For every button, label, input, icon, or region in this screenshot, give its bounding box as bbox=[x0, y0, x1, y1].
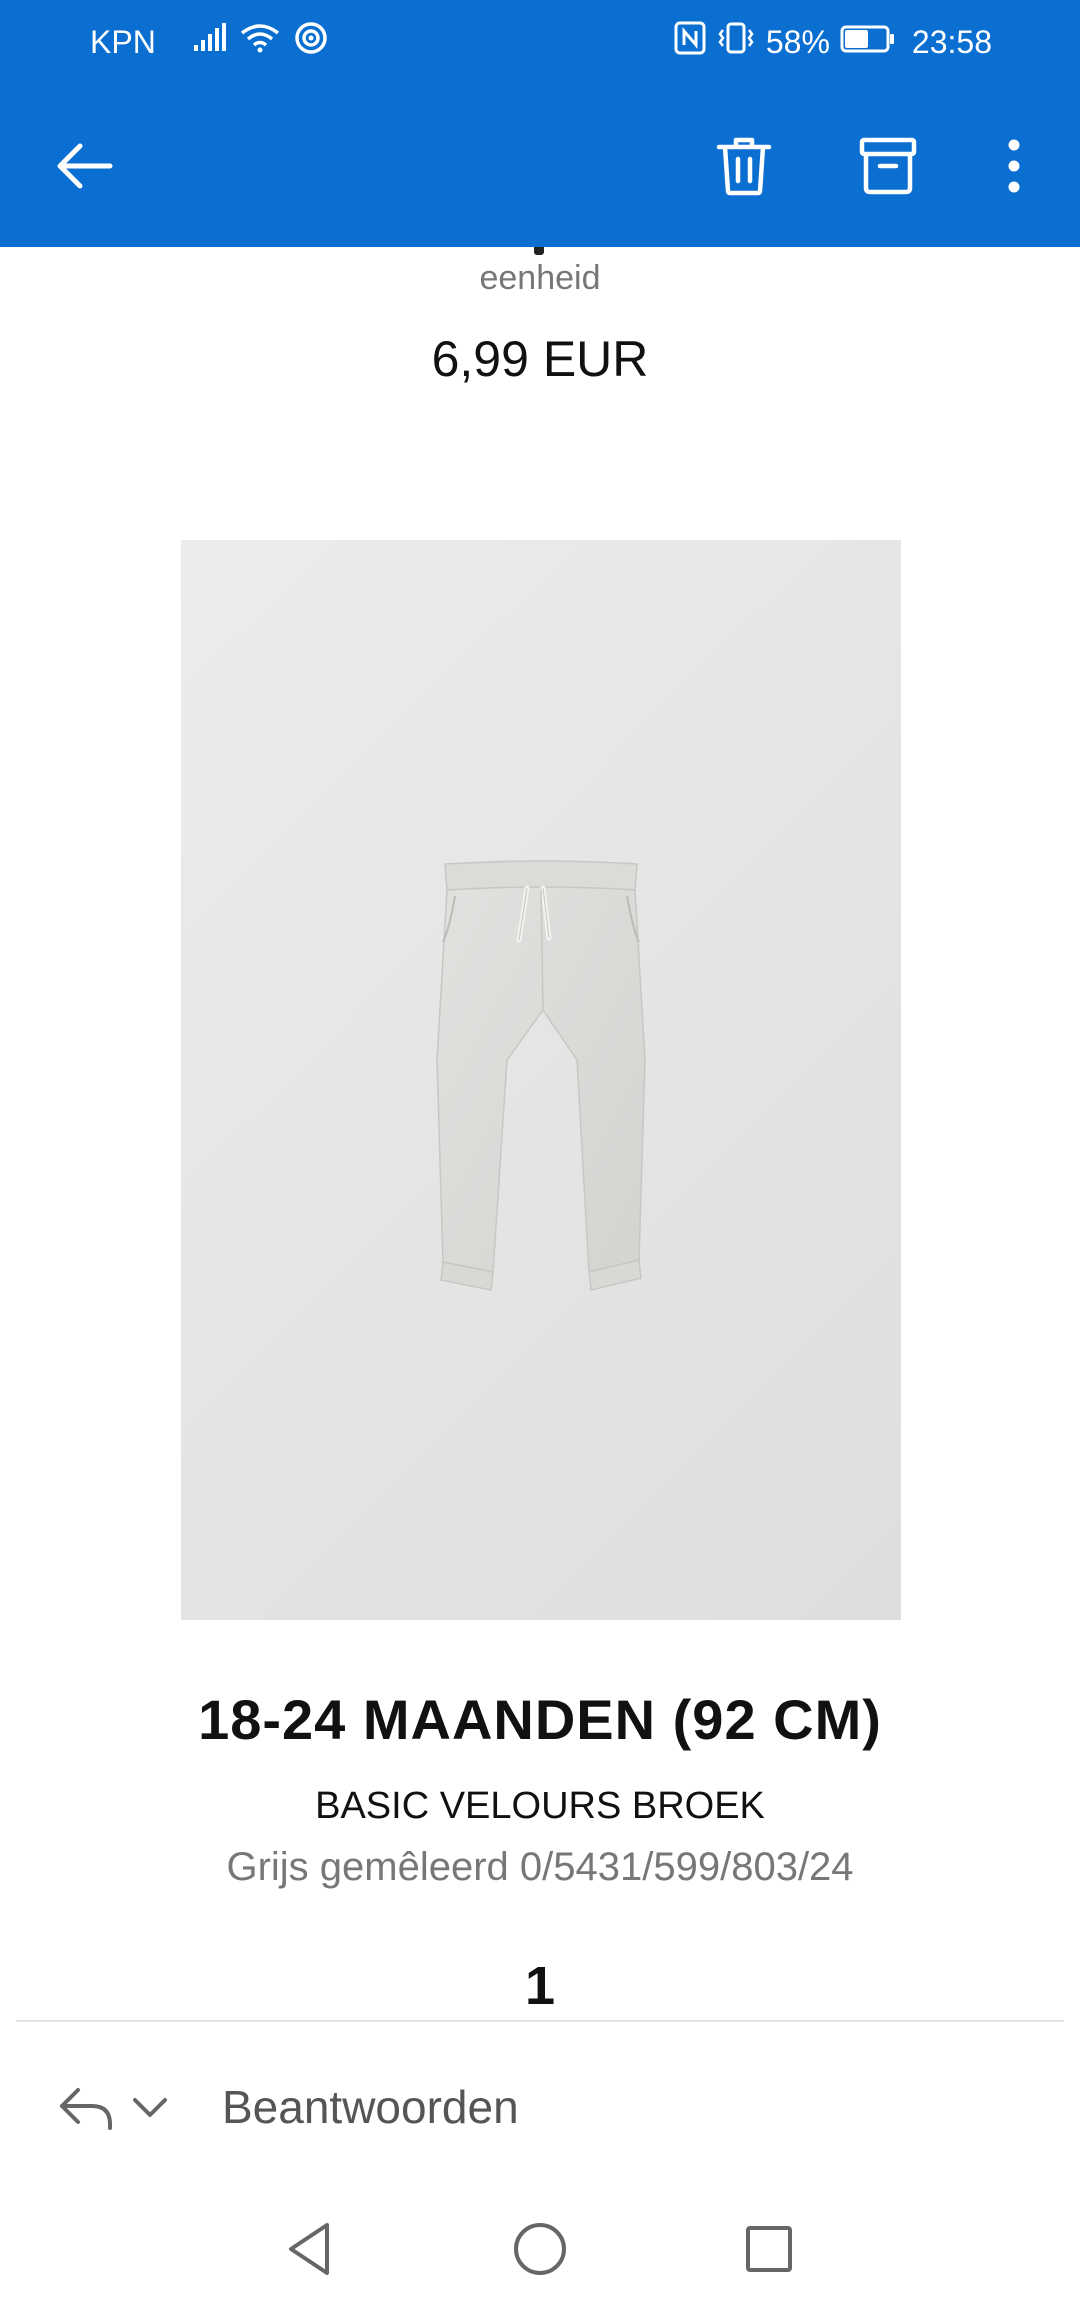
nav-recents-button[interactable] bbox=[724, 2206, 814, 2296]
price: 6,99 EUR bbox=[431, 331, 649, 387]
reply-button[interactable]: Beantwoorden bbox=[222, 2080, 519, 2134]
pants-illustration bbox=[436, 860, 646, 1291]
nav-home-button[interactable] bbox=[495, 2206, 585, 2296]
reply-options-button[interactable] bbox=[58, 2080, 168, 2140]
signal-icon bbox=[192, 23, 226, 61]
trash-icon bbox=[716, 135, 772, 202]
delete-button[interactable] bbox=[704, 128, 784, 208]
nav-recents-icon bbox=[744, 2224, 794, 2279]
status-bar: KPN 58% 23:58 bbox=[0, 0, 1080, 84]
battery-icon bbox=[840, 24, 896, 61]
more-vertical-icon bbox=[1006, 139, 1022, 198]
vibrate-icon bbox=[716, 21, 756, 63]
status-time: 23:58 bbox=[911, 23, 992, 60]
app-bar: KPN 58% 23:58 bbox=[0, 0, 1080, 247]
nav-back-icon bbox=[283, 2221, 335, 2282]
unit-label: eenheid bbox=[479, 259, 601, 297]
product-image[interactable] bbox=[181, 540, 901, 1620]
more-options-button[interactable] bbox=[974, 128, 1054, 208]
carrier-label: KPN bbox=[90, 23, 156, 60]
quantity: 1 bbox=[524, 1956, 556, 2016]
back-button[interactable] bbox=[44, 128, 124, 208]
reply-bar: Beantwoorden bbox=[0, 2022, 1080, 2192]
product-color-code: Grijs gemêleerd 0/5431/599/803/24 bbox=[226, 1845, 854, 1889]
reply-icon bbox=[58, 2086, 114, 2135]
wifi-icon bbox=[240, 23, 280, 61]
nav-home-icon bbox=[512, 2221, 568, 2282]
hotspot-icon bbox=[294, 21, 328, 63]
archive-icon bbox=[859, 136, 917, 201]
nav-back-button[interactable] bbox=[264, 2206, 354, 2296]
chevron-down-icon bbox=[132, 2097, 168, 2124]
product-name: BASIC VELOURS BROEK bbox=[315, 1785, 765, 1827]
navigation-bar bbox=[0, 2192, 1080, 2312]
toolbar bbox=[0, 84, 1080, 247]
status-bar-left: KPN bbox=[90, 21, 328, 63]
size-title: 18-24 MAANDEN (92 CM) bbox=[198, 1688, 882, 1751]
archive-button[interactable] bbox=[848, 128, 928, 208]
nfc-icon bbox=[674, 21, 706, 63]
cut-off-text bbox=[534, 247, 544, 255]
status-bar-right: 58% 23:58 bbox=[674, 21, 992, 63]
back-arrow-icon bbox=[54, 141, 114, 196]
battery-percent: 58% bbox=[765, 23, 830, 60]
email-body: eenheid 6,99 EUR 18-24 MAANDEN (92 CM) B… bbox=[0, 247, 1080, 2020]
